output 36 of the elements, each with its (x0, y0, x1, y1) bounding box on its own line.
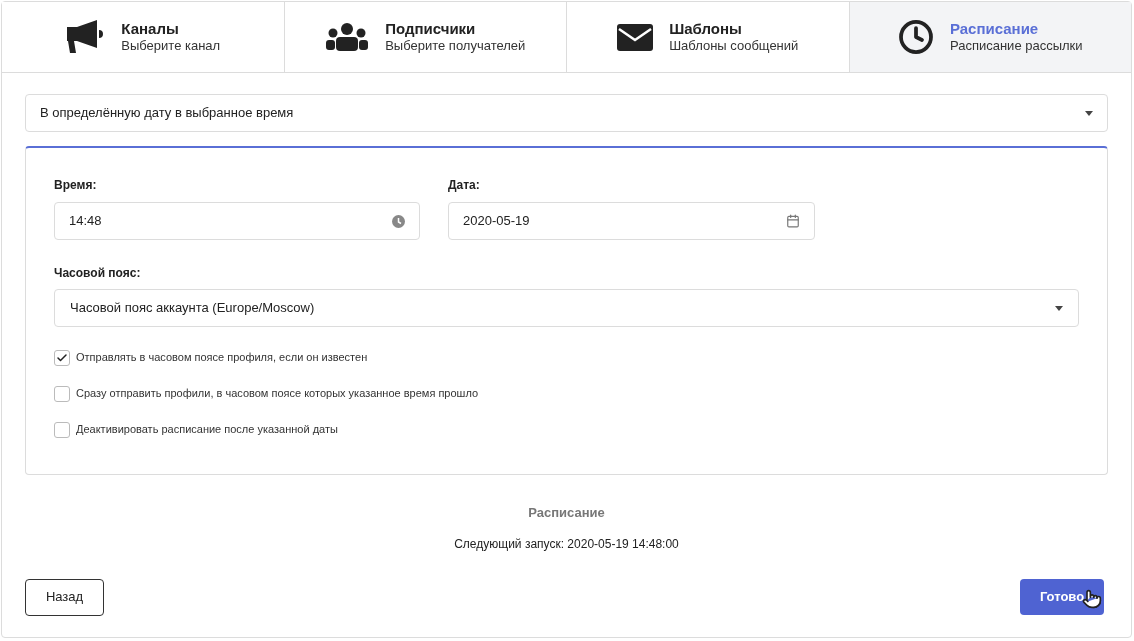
checkbox-label: Отправлять в часовом поясе профиля, если он известен (76, 350, 368, 366)
timezone-select[interactable]: Часовой пояс аккаунта (Europe/Moscow) (54, 289, 1079, 327)
users-icon (325, 22, 370, 52)
time-input[interactable]: 14:48 (54, 202, 420, 240)
field-label: Дата: (448, 177, 481, 194)
pointer-cursor-icon (1082, 588, 1102, 609)
calendar-icon (786, 214, 800, 228)
checkbox-label: Деактивировать расписание после указанной даты (76, 422, 338, 438)
step-subtitle: Выберите канал (121, 38, 221, 55)
clock-icon (897, 19, 934, 55)
caret-icon (1055, 305, 1063, 311)
checkbox[interactable] (54, 421, 70, 438)
field-label: Время: (54, 177, 98, 194)
step-title: Каналы (121, 19, 180, 39)
wizard-step[interactable]: Расписание Расписание рассылки (848, 2, 1131, 72)
next-run-text: Следующий запуск: 2020-05-19 14:48:00 (454, 535, 679, 553)
checkbox[interactable] (54, 385, 70, 402)
megaphone-icon (65, 19, 106, 55)
step-subtitle: Шаблоны сообщений (669, 38, 799, 55)
checkbox[interactable] (54, 349, 70, 366)
step-title: Расписание (949, 19, 1040, 39)
step-title: Шаблоны (669, 19, 743, 39)
schedule-type-select[interactable]: В определённую дату в выбранное время (25, 94, 1108, 132)
step-title: Подписчики (385, 19, 477, 39)
done-button[interactable]: Готово (1020, 578, 1104, 615)
date-input[interactable]: 2020-05-19 (448, 202, 815, 240)
step-subtitle: Выберите получателей (385, 38, 526, 55)
envelope-icon (617, 23, 654, 51)
step-subtitle: Расписание рассылки (949, 38, 1083, 55)
back-button[interactable]: Назад (25, 578, 104, 616)
field-label: Часовой пояс: (54, 265, 142, 282)
checkbox-label: Сразу отправить профили, в часовом поясе которых указанное время прошло (76, 386, 479, 402)
caret-icon (1085, 110, 1093, 116)
summary-title: Расписание (528, 504, 605, 522)
clock-icon (392, 214, 405, 228)
check-icon (56, 351, 68, 364)
